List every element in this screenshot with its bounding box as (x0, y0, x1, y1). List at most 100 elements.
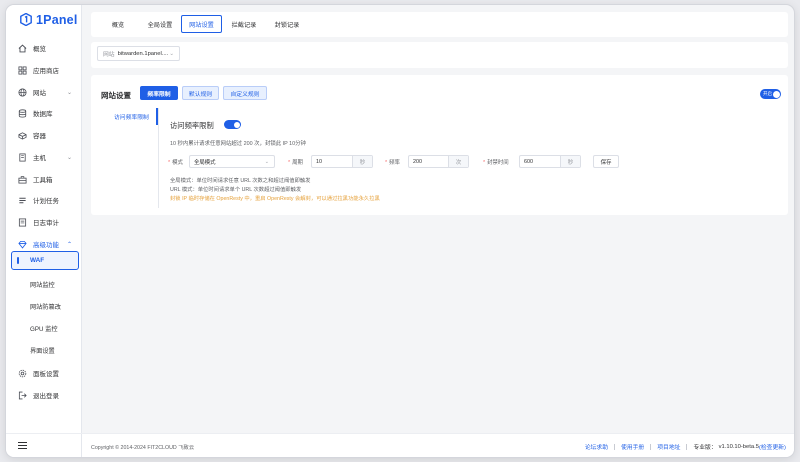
calendar-icon (18, 196, 27, 205)
docs-link[interactable]: 使用手册 (621, 442, 644, 451)
mode-select-value: 全局模式 (194, 159, 216, 166)
menu-collapse-icon[interactable] (18, 441, 27, 450)
period-unit: 秒 (352, 156, 372, 167)
sidebar-footer (6, 433, 82, 457)
side-nav-indicator (156, 108, 158, 125)
site-settings-card: 网站设置 频率限制 默认规则 自定义规则 开启 访问频率限制 访问频率限制 10… (91, 75, 788, 215)
divider (650, 443, 652, 450)
check-update-link[interactable]: (检查更新) (759, 442, 786, 451)
chevron-down-icon: ⌄ (264, 158, 269, 165)
sidebar-item-anti-tamper[interactable]: 网站防篡改 (6, 296, 82, 316)
sidebar-item-label: 应用商店 (33, 68, 59, 75)
frequency-label: * 频率 (385, 160, 400, 166)
save-button[interactable]: 保存 (593, 155, 619, 168)
rule-description: 10 秒内累计请求任意网站超过 200 次，封锁此 IP 10分钟 (170, 141, 306, 147)
database-icon (18, 108, 27, 118)
ban-time-input[interactable]: 600 秒 (519, 155, 581, 168)
website-select-prefix: 网站 (103, 52, 115, 58)
sidebar-item-logout[interactable]: 退出登录 (6, 385, 82, 405)
sidebar-item-label: 数据库 (33, 111, 53, 118)
grid-icon (18, 65, 27, 75)
logo-icon (20, 13, 32, 26)
divider (686, 443, 688, 450)
site-select-bar: 网站 bitwarden.1panel.... ⌄ (91, 42, 788, 68)
sidebar-item-app-store[interactable]: 应用商店 (6, 60, 82, 80)
sidebar-item-database[interactable]: 数据库 (6, 103, 82, 123)
site-waf-toggle-label: 开启 (763, 91, 772, 96)
website-select[interactable]: 网站 bitwarden.1panel.... ⌄ (97, 46, 180, 61)
sidebar-item-label: 概览 (33, 46, 46, 53)
sidebar-item-label: 日志审计 (33, 220, 59, 227)
note-global-mode: 全局模式：单位时间请求任意 URL 次数之和超过阈值即触发 (170, 178, 311, 184)
sidebar-item-label: 退出登录 (33, 393, 59, 400)
note-url-mode: URL 模式：单位时间请求单个 URL 次数超过阈值即触发 (170, 187, 302, 193)
sidebar-item-logs[interactable]: 日志审计 (6, 212, 82, 232)
page-title: 网站设置 (101, 91, 131, 100)
default-rules-button[interactable]: 默认规则 (182, 86, 219, 100)
server-icon (18, 152, 27, 162)
sidebar-item-website[interactable]: 网站 ⌄ (6, 82, 82, 102)
diamond-icon (18, 240, 27, 249)
home-icon (18, 44, 27, 53)
footer: Copyright © 2014-2024 FIT2CLOUD 飞致云 论坛求助… (82, 433, 794, 457)
sidebar-item-ui-settings[interactable]: 界面设置 (6, 340, 82, 360)
sidebar-item-label: 计划任务 (33, 198, 59, 205)
frequency-input[interactable]: 200 次 (408, 155, 469, 168)
sidebar-item-overview[interactable]: 概览 (6, 38, 82, 58)
ban-time-label: * 封禁时间 (483, 160, 509, 166)
panel-title: 访问频率限制 (170, 121, 214, 130)
sidebar-item-label: 高级功能 (33, 242, 59, 249)
logo[interactable]: 1Panel (6, 5, 81, 34)
website-select-value: bitwarden.1panel.... (117, 50, 169, 57)
sidebar-item-waf[interactable]: WAF (11, 251, 79, 270)
tab-block-logs[interactable]: 拦截记录 (224, 15, 264, 33)
app-name: 1Panel (36, 12, 78, 27)
divider (614, 443, 616, 450)
side-nav-rate-limit[interactable]: 访问频率限制 (114, 112, 149, 121)
rate-limit-button[interactable]: 频率限制 (140, 86, 178, 100)
mode-label: * 模式 (168, 160, 183, 166)
copyright: Copyright © 2014-2024 FIT2CLOUD 飞致云 (91, 445, 195, 451)
sidebar-item-gpu-monitor[interactable]: GPU 监控 (6, 318, 82, 338)
tab-overview[interactable]: 概览 (99, 15, 137, 33)
chevron-down-icon: ⌄ (169, 50, 174, 57)
tab-global-settings[interactable]: 全局设置 (139, 15, 181, 33)
logout-icon (18, 391, 27, 400)
chevron-down-icon: ⌄ (66, 89, 72, 96)
sidebar-item-site-monitor[interactable]: 网站监控 (6, 274, 82, 294)
sidebar-item-label: 网站 (33, 90, 46, 97)
app-window: 1Panel 概览 应用商店 网站 ⌄ 数据库 容器 主机 ⌄ 工具箱 计划任务… (6, 5, 794, 457)
frequency-value: 200 (413, 158, 422, 165)
sidebar-item-cron[interactable]: 计划任务 (6, 190, 82, 210)
globe-icon (18, 87, 27, 97)
divider (158, 108, 159, 208)
frequency-unit: 次 (448, 156, 468, 167)
project-link[interactable]: 项目地址 (657, 442, 680, 451)
container-icon (18, 131, 27, 140)
sidebar-item-toolbox[interactable]: 工具箱 (6, 169, 82, 189)
forum-link[interactable]: 论坛求助 (585, 442, 608, 451)
settings-icon (18, 369, 27, 378)
sidebar-item-label: 面板设置 (33, 371, 59, 378)
edition-label: 专业版： (693, 445, 717, 451)
site-waf-toggle[interactable]: 开启 (760, 89, 781, 99)
rate-limit-toggle[interactable] (224, 120, 241, 129)
period-value: 10 (316, 158, 322, 165)
sidebar-item-panel-settings[interactable]: 面板设置 (6, 363, 82, 383)
sidebar-item-label: 主机 (33, 155, 46, 162)
period-label: * 周期 (288, 160, 303, 166)
sidebar-item-host[interactable]: 主机 ⌄ (6, 147, 82, 167)
custom-rules-button[interactable]: 自定义规则 (223, 86, 267, 100)
mode-select[interactable]: 全局模式 ⌄ (189, 155, 275, 168)
toolbox-icon (18, 175, 27, 184)
sidebar-item-container[interactable]: 容器 (6, 125, 82, 145)
period-input[interactable]: 10 秒 (311, 155, 373, 168)
tab-site-settings[interactable]: 网站设置 (181, 15, 222, 33)
waf-tabs: 概览 全局设置 网站设置 拦截记录 封锁记录 (91, 12, 788, 37)
ban-time-value: 600 (524, 158, 533, 165)
footer-links: 论坛求助 使用手册 项目地址 专业版： v1.10.10-beta.5 (检查更… (585, 442, 786, 451)
rate-limit-form: * 模式 全局模式 ⌄ * 周期 10 秒 * 频率 200 次 * 封禁时间 600 … (168, 154, 768, 169)
chevron-up-icon: ⌃ (66, 241, 72, 248)
tab-ban-logs[interactable]: 封锁记录 (267, 15, 307, 33)
log-icon (18, 217, 27, 227)
